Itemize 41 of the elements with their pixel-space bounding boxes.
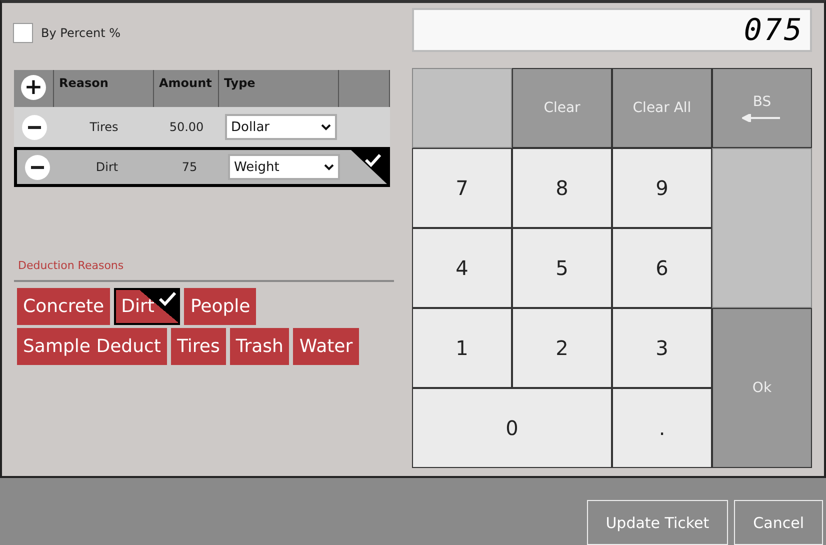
check-icon	[157, 291, 178, 307]
keypad-key[interactable]: 8	[512, 148, 612, 228]
column-header: Type	[224, 76, 256, 90]
column-header: Amount	[159, 76, 212, 90]
add-button[interactable]: +	[21, 75, 46, 100]
reason-chip[interactable]: Concrete	[17, 288, 110, 325]
keypad-key[interactable]: 3	[612, 308, 712, 388]
column-header: Reason	[59, 76, 108, 90]
keypad-key[interactable]: 5	[512, 228, 612, 308]
reason-chip[interactable]: Water	[293, 328, 359, 365]
number-display: 075	[412, 8, 812, 52]
check-corner-icon	[351, 150, 387, 184]
remove-button[interactable]	[22, 114, 46, 140]
type-dropdown[interactable]: Dollar	[225, 114, 337, 140]
type-dropdown[interactable]: Weight	[228, 154, 340, 180]
table-cell-text: Dirt	[94, 160, 120, 174]
reason-chip[interactable]: Sample Deduct	[17, 328, 167, 365]
table-cell-text: 75	[180, 160, 198, 174]
chevron-down-icon	[324, 164, 334, 170]
table-row[interactable]: Tires 50.00 Dollar	[14, 107, 390, 147]
keypad-key[interactable]: 4	[412, 228, 512, 308]
checkbox[interactable]	[13, 23, 33, 43]
reason-chip[interactable]: Tires	[170, 328, 226, 365]
keypad-key[interactable]: 2	[512, 308, 612, 388]
keypad-key[interactable]: .	[612, 388, 712, 468]
keypad-key[interactable]: 9	[612, 148, 712, 228]
chevron-down-icon	[321, 124, 331, 130]
table-row[interactable]: Dirt 75 Weight	[14, 147, 390, 187]
keypad-key[interactable]: 7	[412, 148, 512, 228]
keypad-key[interactable]: 1	[412, 308, 512, 388]
remove-button[interactable]	[24, 154, 50, 180]
reason-chip[interactable]: Trash	[230, 328, 290, 365]
section-title: Deduction Reasons	[18, 259, 125, 272]
keypad-key[interactable]: 6	[612, 228, 712, 308]
reason-chip[interactable]: People	[184, 288, 256, 325]
keypad-key[interactable]: 0	[412, 388, 612, 468]
table-cell-text: Tires	[88, 120, 120, 134]
checkbox-label: By Percent %	[41, 26, 121, 40]
reason-chip[interactable]: Dirt	[114, 288, 180, 325]
arrow-left-icon	[742, 114, 782, 122]
table-cell-text: 50.00	[168, 120, 205, 134]
